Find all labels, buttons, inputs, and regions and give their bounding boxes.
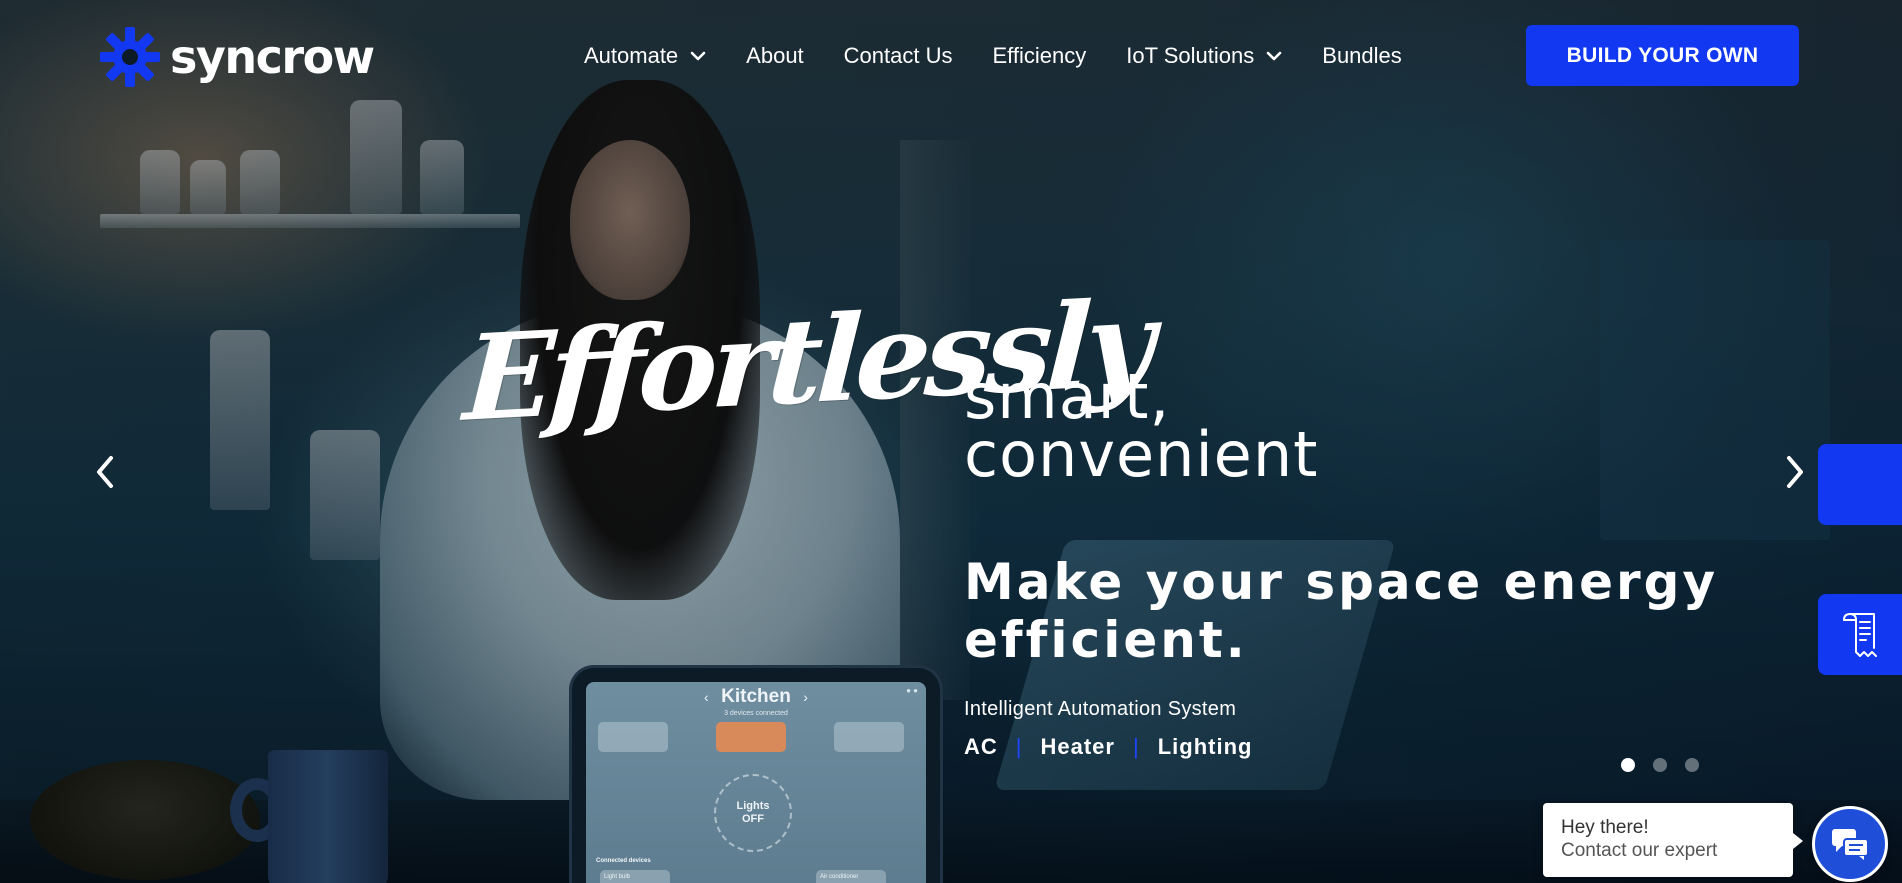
nav-label: Automate <box>584 43 679 68</box>
gear-sun-logo-icon <box>100 27 160 87</box>
brand-name: syncrow <box>170 30 375 84</box>
tablet-room-title: Kitchen <box>721 686 791 707</box>
carousel-dots <box>1621 758 1699 772</box>
carousel-dot-2[interactable] <box>1653 758 1667 772</box>
hero-heading: smart, convenient <box>964 366 1319 491</box>
tablet-room-card <box>834 722 904 752</box>
chevron-left-icon: ‹ <box>704 689 709 705</box>
feature-lighting: Lighting <box>1157 734 1253 759</box>
feature-list: AC | Heater | Lighting <box>964 734 1252 760</box>
nav-item-efficiency[interactable]: Efficiency <box>993 43 1087 69</box>
chevron-down-icon[interactable] <box>690 51 706 61</box>
nav-label: IoT Solutions <box>1126 43 1255 68</box>
chevron-right-icon <box>1787 456 1803 488</box>
receipt-document-icon <box>1843 612 1877 657</box>
chevron-down-icon[interactable] <box>1266 51 1282 61</box>
carousel-dot-1[interactable] <box>1621 758 1635 772</box>
nav-item-about[interactable]: About <box>746 43 804 69</box>
nav-label: Contact Us <box>843 43 953 68</box>
hero-photo <box>0 0 1902 883</box>
tablet-device-card: Light bulb <box>600 870 670 883</box>
hero-overlay <box>0 0 1902 883</box>
main-nav: Automate About Contact Us Efficiency IoT… <box>584 36 1442 76</box>
dial-label: Lights <box>736 800 770 812</box>
side-tab-quote[interactable] <box>1818 594 1902 675</box>
carousel-prev-button[interactable] <box>90 452 120 492</box>
feature-heater: Heater <box>1040 734 1115 759</box>
tablet-section-label: Connected devices <box>596 858 651 864</box>
chat-prompt-bubble[interactable]: Hey there! Contact our expert <box>1543 803 1803 877</box>
tablet-screen: ● ● ‹ Kitchen › 3 devices connected Ligh… <box>586 682 926 883</box>
feature-separator: | <box>1015 734 1023 759</box>
device-name: Light bulb <box>604 874 631 880</box>
build-your-own-button[interactable]: BUILD YOUR OWN <box>1526 25 1799 86</box>
nav-label: About <box>746 43 804 68</box>
chevron-left-icon <box>97 456 113 488</box>
chat-bubbles-icon <box>1832 829 1869 860</box>
chat-title: Hey there! <box>1561 817 1649 838</box>
nav-item-iot-solutions[interactable]: IoT Solutions <box>1126 43 1282 69</box>
site-header: syncrow Automate About Contact Us Effici… <box>0 0 1902 112</box>
chevron-right-icon: › <box>803 689 808 705</box>
chat-subtitle: Contact our expert <box>1561 840 1718 861</box>
nav-item-automate[interactable]: Automate <box>584 43 706 69</box>
tablet-mockup: ● ● ‹ Kitchen › 3 devices connected Ligh… <box>572 668 940 883</box>
chat-open-button[interactable] <box>1812 806 1888 882</box>
tablet-room-card <box>598 722 668 752</box>
device-name: Air conditioner <box>820 874 859 880</box>
hero-subheading: Make your space energy efficient. <box>964 553 1719 669</box>
tablet-room-card-active <box>716 722 786 752</box>
tablet-room-subtitle: 3 devices connected <box>724 710 788 717</box>
nav-label: Efficiency <box>992 43 1087 68</box>
hero-tagline: Intelligent Automation System <box>964 698 1237 720</box>
carousel-next-button[interactable] <box>1780 452 1810 492</box>
tablet-device-card: Air conditioner <box>816 870 886 883</box>
feature-ac: AC <box>964 734 998 759</box>
carousel-dot-3[interactable] <box>1685 758 1699 772</box>
dial-state: OFF <box>742 813 764 825</box>
side-tab-blank[interactable] <box>1818 444 1902 525</box>
feature-separator: | <box>1132 734 1140 759</box>
nav-label: Bundles <box>1322 43 1402 68</box>
hero-heading-line2: convenient <box>964 418 1319 491</box>
nav-item-bundles[interactable]: Bundles <box>1322 43 1402 69</box>
tablet-lights-dial: Lights OFF <box>714 774 792 852</box>
nav-item-contact-us[interactable]: Contact Us <box>844 43 953 69</box>
brand-logo[interactable]: syncrow <box>98 26 375 88</box>
